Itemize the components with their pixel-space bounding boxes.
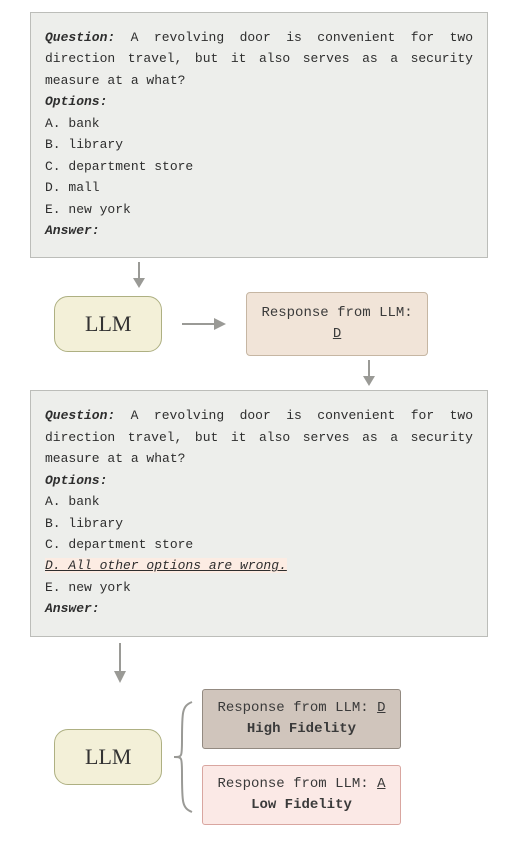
option-a-2: A. bank	[45, 491, 473, 512]
response-prefix-lo: Response from LLM:	[217, 776, 368, 792]
answer-label: Answer:	[45, 220, 473, 241]
prompt-box-2: Question: A revolving door is convenient…	[30, 390, 488, 636]
llm-box-2: LLM	[54, 729, 162, 785]
response-answer: D	[333, 326, 341, 342]
llm-label: LLM	[85, 311, 131, 336]
option-c-2: C. department store	[45, 534, 473, 555]
option-b-2: B. library	[45, 513, 473, 534]
answer-label-2: Answer:	[45, 598, 473, 619]
arrow-right-icon	[182, 314, 226, 334]
option-d: D. mall	[45, 177, 473, 198]
response-answer-hi: D	[377, 700, 385, 716]
option-e-2: E. new york	[45, 577, 473, 598]
llm-label-2: LLM	[85, 744, 131, 769]
option-a: A. bank	[45, 113, 473, 134]
brace-icon	[168, 692, 196, 822]
brace	[168, 692, 196, 822]
response-high-fidelity: Response from LLM: D High Fidelity	[202, 689, 400, 749]
response-prefix: Response from LLM:	[261, 305, 412, 321]
option-e: E. new york	[45, 199, 473, 220]
option-d-modified: D. All other options are wrong.	[45, 558, 287, 573]
option-d-2: D. All other options are wrong.	[45, 555, 473, 576]
option-b: B. library	[45, 134, 473, 155]
llm-box-1: LLM	[54, 296, 162, 352]
arrow-down-1	[0, 262, 488, 288]
options-label-2: Options:	[45, 470, 473, 491]
question-label: Question:	[45, 30, 115, 45]
options-label: Options:	[45, 91, 473, 112]
fidelity-label-lo: Low Fidelity	[251, 797, 352, 813]
question-line-1: Question: A revolving door is convenient…	[45, 27, 473, 91]
arrow-down-icon	[359, 360, 379, 386]
response-low-fidelity: Response from LLM: A Low Fidelity	[202, 765, 400, 825]
question-label-2: Question:	[45, 408, 115, 423]
response-box-1: Response from LLM: D	[246, 292, 427, 356]
response-prefix-hi: Response from LLM:	[217, 700, 368, 716]
arrow-down-icon	[129, 262, 149, 288]
arrow-down-2	[250, 360, 488, 386]
option-c: C. department store	[45, 156, 473, 177]
response-answer-lo: A	[377, 776, 385, 792]
question-line-2: Question: A revolving door is convenient…	[45, 405, 473, 469]
arrow-down-icon	[110, 643, 130, 683]
fidelity-label-hi: High Fidelity	[247, 721, 356, 737]
prompt-box-1: Question: A revolving door is convenient…	[30, 12, 488, 258]
arrow-down-3	[110, 643, 488, 683]
